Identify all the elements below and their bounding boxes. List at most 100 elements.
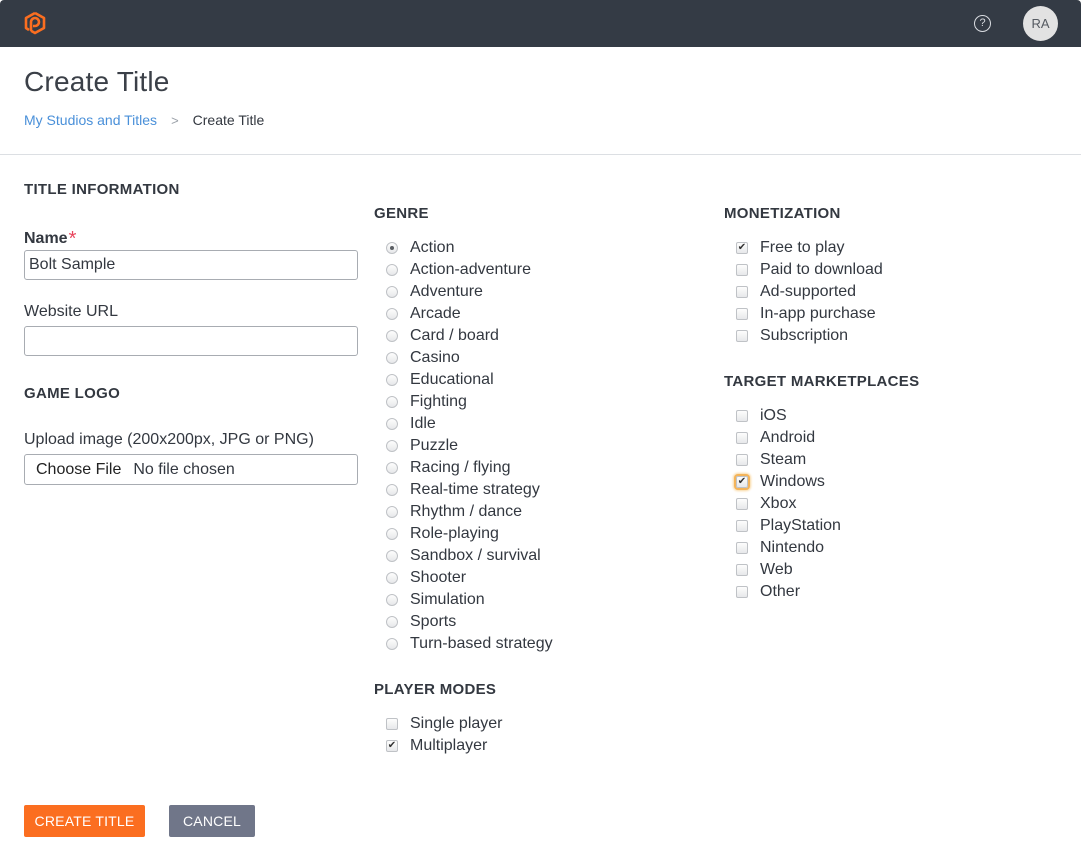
marketplace-option-web[interactable]: Web [725,559,841,581]
genre-option-action[interactable]: Action [375,237,553,259]
monetization-option-subscription[interactable]: Subscription [725,325,883,347]
option-label: Multiplayer [410,737,488,754]
file-status-text: No file chosen [133,460,235,478]
checkbox[interactable] [736,330,748,342]
checkmark-icon: ✔ [737,242,747,253]
genre-option-sandbox-survival[interactable]: Sandbox / survival [375,545,553,567]
option-label: Free to play [760,239,845,256]
marketplace-option-steam[interactable]: Steam [725,449,841,471]
checkbox[interactable] [736,586,748,598]
checkbox-checked[interactable]: ✔ [736,242,748,254]
option-label: Nintendo [760,539,825,556]
help-circle-icon[interactable]: ? [974,15,991,32]
radio-button[interactable] [386,594,398,606]
marketplace-option-nintendo[interactable]: Nintendo [725,537,841,559]
radio-button[interactable] [386,528,398,540]
checkbox[interactable] [736,454,748,466]
radio-button[interactable] [386,242,398,254]
checkbox[interactable] [386,718,398,730]
cancel-button[interactable]: CANCEL [169,805,255,837]
choose-file-button[interactable]: Choose File [36,461,121,479]
header-divider [0,154,1081,155]
checkbox[interactable] [736,308,748,320]
genre-option-action-adventure[interactable]: Action-adventure [375,259,553,281]
marketplace-option-windows[interactable]: ✔ Windows [725,471,841,493]
genre-option-turn-based-strategy[interactable]: Turn-based strategy [375,633,553,655]
user-avatar[interactable]: RA [1023,6,1058,41]
radio-button[interactable] [386,440,398,452]
checkbox[interactable] [736,542,748,554]
genre-option-card-board[interactable]: Card / board [375,325,553,347]
marketplace-option-xbox[interactable]: Xbox [725,493,841,515]
radio-button[interactable] [386,616,398,628]
radio-button[interactable] [386,550,398,562]
option-label: Windows [760,473,825,490]
radio-button[interactable] [386,308,398,320]
genre-option-casino[interactable]: Casino [375,347,553,369]
website-url-label: Website URL [24,303,118,320]
genre-option-real-time-strategy[interactable]: Real-time strategy [375,479,553,501]
genre-option-fighting[interactable]: Fighting [375,391,553,413]
checkbox[interactable] [736,498,748,510]
option-label: iOS [760,407,787,424]
checkbox[interactable] [736,410,748,422]
monetization-option-paid-to-download[interactable]: Paid to download [725,259,883,281]
app-logo-icon[interactable] [22,11,48,37]
radio-button[interactable] [386,286,398,298]
genre-option-sports[interactable]: Sports [375,611,553,633]
checkbox[interactable] [736,564,748,576]
monetization-option-free-to-play[interactable]: ✔ Free to play [725,237,883,259]
genre-option-adventure[interactable]: Adventure [375,281,553,303]
radio-button[interactable] [386,462,398,474]
website-url-input[interactable] [24,326,358,356]
radio-button[interactable] [386,374,398,386]
genre-option-simulation[interactable]: Simulation [375,589,553,611]
player-mode-option-multiplayer[interactable]: ✔ Multiplayer [375,735,503,757]
checkbox[interactable] [736,520,748,532]
option-label: Fighting [410,393,467,410]
name-input[interactable] [24,250,358,280]
option-label: Other [760,583,801,600]
radio-button[interactable] [386,264,398,276]
genre-option-idle[interactable]: Idle [375,413,553,435]
genre-option-shooter[interactable]: Shooter [375,567,553,589]
monetization-option-ad-supported[interactable]: Ad-supported [725,281,883,303]
section-genre: GENRE [374,205,429,222]
radio-button[interactable] [386,352,398,364]
genre-option-puzzle[interactable]: Puzzle [375,435,553,457]
genre-option-role-playing[interactable]: Role-playing [375,523,553,545]
marketplace-option-android[interactable]: Android [725,427,841,449]
logo-file-input[interactable]: Choose File No file chosen [24,454,358,485]
genre-option-arcade[interactable]: Arcade [375,303,553,325]
checkbox[interactable] [736,432,748,444]
radio-button[interactable] [386,572,398,584]
option-label: PlayStation [760,517,841,534]
checkbox[interactable] [736,264,748,276]
checkbox-checked[interactable]: ✔ [386,740,398,752]
radio-button[interactable] [386,506,398,518]
marketplace-option-playstation[interactable]: PlayStation [725,515,841,537]
breadcrumb-link-studios[interactable]: My Studios and Titles [24,112,157,128]
genre-option-educational[interactable]: Educational [375,369,553,391]
radio-button[interactable] [386,484,398,496]
checkbox[interactable] [736,286,748,298]
radio-button[interactable] [386,418,398,430]
section-title-information: TITLE INFORMATION [24,181,180,198]
radio-button[interactable] [386,330,398,342]
checkmark-icon: ✔ [387,740,397,751]
monetization-option-in-app-purchase[interactable]: In-app purchase [725,303,883,325]
radio-button[interactable] [386,396,398,408]
option-label: Single player [410,715,503,732]
checkbox-checked[interactable]: ✔ [736,476,748,488]
create-title-button[interactable]: CREATE TITLE [24,805,145,837]
option-label: Sandbox / survival [410,547,541,564]
option-label: Role-playing [410,525,499,542]
genre-option-rhythm-dance[interactable]: Rhythm / dance [375,501,553,523]
option-label: Shooter [410,569,467,586]
option-label: Idle [410,415,436,432]
marketplace-option-other[interactable]: Other [725,581,841,603]
genre-option-racing-flying[interactable]: Racing / flying [375,457,553,479]
marketplace-option-ios[interactable]: iOS [725,405,841,427]
radio-button[interactable] [386,638,398,650]
player-mode-option-single-player[interactable]: Single player [375,713,503,735]
